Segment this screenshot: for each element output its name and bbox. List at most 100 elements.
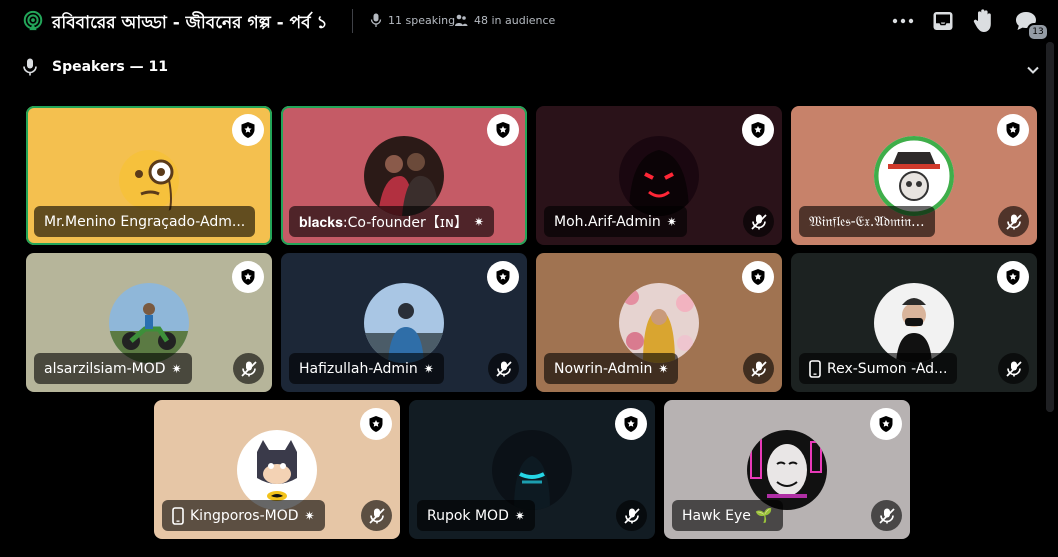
speaker-tile[interactable]: Hawk Eye 🌱 bbox=[664, 400, 910, 539]
audience-label: 48 in audience bbox=[474, 13, 556, 27]
sparkle-icon: ✷ bbox=[171, 361, 182, 376]
skull-hat-avatar bbox=[874, 135, 954, 216]
moderator-shield-icon bbox=[751, 122, 765, 138]
speaker-tile[interactable]: 𝔚𝔦𝔫𝔣𝔩𝔢𝔰-𝔈𝔵.𝔄𝔡𝔪𝔦𝔫... bbox=[791, 106, 1037, 245]
mobile-device-icon bbox=[172, 506, 184, 525]
moderator-shield-icon bbox=[1006, 269, 1020, 285]
speaker-tile[interactable]: Mr.Menino Engraçado-Adm... bbox=[26, 106, 272, 245]
speaker-tile[interactable]: alsarzilsiam-MOD ✷ bbox=[26, 253, 272, 392]
hooded-figure-avatar bbox=[619, 135, 699, 216]
stage-title: রবিবারের আড্ডা - জীবনের গল্প - পর্ব ১ bbox=[52, 13, 328, 33]
muted-microphone-icon bbox=[240, 360, 257, 377]
monocle-emoji-avatar bbox=[109, 136, 189, 216]
speaker-name: Hafizullah-Admin bbox=[299, 360, 418, 377]
sparkle-icon: ✷ bbox=[423, 361, 434, 376]
speaker-name: Rex-Sumon -Ad... bbox=[827, 360, 948, 377]
speaker-tile[interactable]: Nowrin-Admin ✷ bbox=[536, 253, 782, 392]
more-options-icon[interactable] bbox=[892, 18, 914, 24]
speaker-tile[interactable]: Rex-Sumon -Ad... bbox=[791, 253, 1037, 392]
speaker-role-badge bbox=[742, 114, 774, 146]
speaker-name: Nowrin-Admin bbox=[554, 360, 653, 377]
speaker-name: Kingporos-MOD bbox=[190, 507, 299, 524]
flowers-woman-avatar bbox=[619, 282, 699, 363]
speaker-role-badge bbox=[870, 408, 902, 440]
speaker-name-plate: 𝐛𝐥𝐚𝐜𝐤𝐬:Co-founder【ɪɴ】 ✷ bbox=[289, 206, 494, 237]
speaker-role-badge bbox=[232, 114, 264, 146]
sparkle-icon: ✷ bbox=[666, 214, 677, 229]
motorbike-avatar bbox=[109, 282, 189, 363]
neon-mask-avatar bbox=[492, 429, 572, 510]
batman-avatar bbox=[237, 429, 317, 510]
speaker-name: alsarzilsiam-MOD bbox=[44, 360, 166, 377]
speaker-name: Mr.Menino Engraçado-Adm... bbox=[44, 213, 246, 230]
speaking-label: 11 speaking bbox=[388, 13, 456, 27]
muted-indicator bbox=[616, 500, 647, 531]
moderator-shield-icon bbox=[241, 122, 255, 138]
moderator-shield-icon bbox=[369, 416, 383, 432]
speaker-tile[interactable]: Kingporos-MOD ✷ bbox=[154, 400, 400, 539]
speaker-name-plate: Moh.Arif-Admin ✷ bbox=[544, 206, 687, 237]
muted-microphone-icon bbox=[750, 213, 767, 230]
speaker-role-badge bbox=[997, 114, 1029, 146]
speaker-tile[interactable]: Hafizullah-Admin ✷ bbox=[281, 253, 527, 392]
sparkle-icon: ✷ bbox=[473, 214, 484, 229]
muted-indicator bbox=[743, 206, 774, 237]
muted-indicator bbox=[998, 206, 1029, 237]
stage-channel-icon bbox=[23, 10, 43, 31]
muted-indicator bbox=[871, 500, 902, 531]
sparkle-icon: ✷ bbox=[514, 508, 525, 523]
muted-microphone-icon bbox=[878, 507, 895, 524]
inbox-icon[interactable] bbox=[932, 10, 954, 32]
sparkle-icon: ✷ bbox=[304, 508, 315, 523]
speaker-name-plate: Kingporos-MOD ✷ bbox=[162, 500, 325, 531]
speaker-role-badge bbox=[360, 408, 392, 440]
speaker-role-badge bbox=[487, 261, 519, 293]
speaker-name-plate: alsarzilsiam-MOD ✷ bbox=[34, 353, 192, 384]
speaker-name-plate: Hafizullah-Admin ✷ bbox=[289, 353, 444, 384]
speaker-name-plate: Hawk Eye 🌱 bbox=[672, 500, 783, 531]
muted-indicator bbox=[361, 500, 392, 531]
moderator-shield-icon bbox=[1006, 122, 1020, 138]
speaker-name: Rupok MOD bbox=[427, 507, 509, 524]
speaker-name: Moh.Arif-Admin bbox=[554, 213, 661, 230]
speaker-role-badge bbox=[997, 261, 1029, 293]
chat-unread-badge: 13 bbox=[1027, 23, 1049, 41]
chevron-down-icon[interactable] bbox=[1025, 62, 1041, 78]
speaker-name: Hawk Eye 🌱 bbox=[682, 507, 773, 524]
sparkle-icon: ✷ bbox=[658, 361, 669, 376]
muted-microphone-icon bbox=[750, 360, 767, 377]
muted-indicator bbox=[998, 353, 1029, 384]
muted-microphone-icon bbox=[1005, 360, 1022, 377]
muted-microphone-icon bbox=[1005, 213, 1022, 230]
speaking-count: 11 speaking bbox=[370, 13, 455, 27]
muted-indicator bbox=[233, 353, 264, 384]
speaker-name-plate: Rupok MOD ✷ bbox=[417, 500, 535, 531]
masked-man-avatar bbox=[874, 282, 954, 363]
muted-microphone-icon bbox=[495, 360, 512, 377]
anonymous-mask-avatar bbox=[747, 429, 827, 510]
stage-topbar: রবিবারের আড্ডা - জীবনের গল্প - পর্ব ১ 11… bbox=[0, 0, 1049, 42]
microphone-icon bbox=[370, 13, 382, 27]
speaker-role-badge bbox=[232, 261, 264, 293]
couple-photo-avatar bbox=[364, 135, 444, 216]
speaker-name: 𝐛𝐥𝐚𝐜𝐤𝐬:Co-founder【ɪɴ】 bbox=[299, 214, 468, 231]
man-landscape-avatar bbox=[364, 282, 444, 363]
scrollbar[interactable] bbox=[1046, 42, 1054, 412]
scrollbar-thumb[interactable] bbox=[1046, 42, 1054, 412]
speaker-tile[interactable]: Rupok MOD ✷ bbox=[409, 400, 655, 539]
muted-microphone-icon bbox=[368, 507, 385, 524]
moderator-shield-icon bbox=[879, 416, 893, 432]
speaker-name-plate: Rex-Sumon -Ad... bbox=[799, 353, 958, 384]
raise-hand-icon[interactable] bbox=[972, 8, 996, 34]
speaker-name-plate: Mr.Menino Engraçado-Adm... bbox=[34, 206, 256, 237]
speaker-tile[interactable]: Moh.Arif-Admin ✷ bbox=[536, 106, 782, 245]
speaker-name-plate: 𝔚𝔦𝔫𝔣𝔩𝔢𝔰-𝔈𝔵.𝔄𝔡𝔪𝔦𝔫... bbox=[799, 206, 935, 237]
speaker-role-badge bbox=[615, 408, 647, 440]
speakers-section-header[interactable]: Speakers — 11 bbox=[22, 58, 168, 76]
moderator-shield-icon bbox=[751, 269, 765, 285]
speaker-name-plate: Nowrin-Admin ✷ bbox=[544, 353, 679, 384]
speaker-name: 𝔚𝔦𝔫𝔣𝔩𝔢𝔰-𝔈𝔵.𝔄𝔡𝔪𝔦𝔫... bbox=[809, 213, 925, 230]
audience-icon bbox=[455, 14, 468, 26]
speaker-tile[interactable]: 𝐛𝐥𝐚𝐜𝐤𝐬:Co-founder【ɪɴ】 ✷ bbox=[281, 106, 527, 245]
audience-count: 48 in audience bbox=[454, 13, 555, 27]
